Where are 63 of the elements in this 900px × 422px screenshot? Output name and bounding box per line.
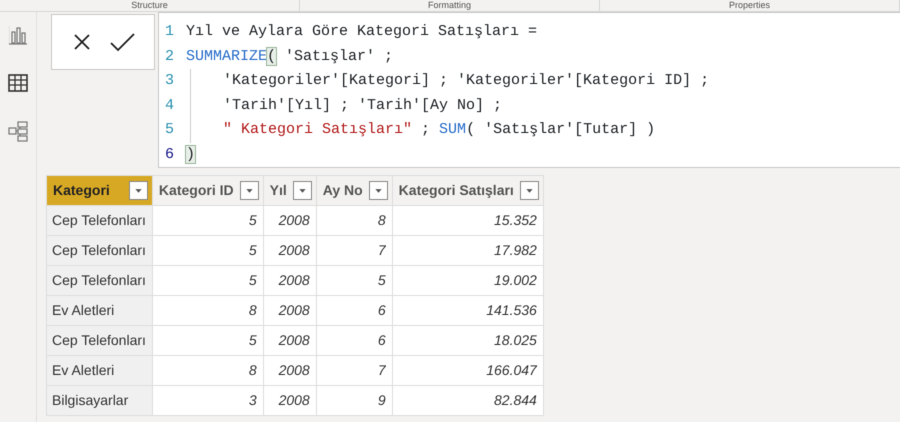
line-number: 4	[164, 96, 176, 116]
table-cell: Cep Telefonları	[46, 266, 152, 296]
table-cell: 15.352	[392, 206, 544, 236]
table-cell: 8	[152, 296, 264, 326]
table-cell: 18.025	[392, 326, 544, 356]
table-cell: 2008	[263, 236, 316, 266]
ribbon-group-label: Structure	[0, 0, 300, 11]
line-number: 1	[164, 22, 176, 42]
table-cell: 82.844	[392, 386, 544, 416]
table-cell: 7	[316, 356, 392, 386]
table-cell: 6	[316, 326, 392, 356]
table-cell: Cep Telefonları	[46, 326, 152, 356]
column-header[interactable]: Kategori ID	[152, 176, 264, 206]
table-cell: 2008	[263, 326, 316, 356]
ribbon-group-label: Formatting	[300, 0, 600, 11]
code-line: SUMMARIZE( 'Satışlar' ;	[186, 46, 394, 66]
table-cell: Cep Telefonları	[46, 236, 152, 266]
table-icon[interactable]	[7, 72, 29, 94]
table-cell: 5	[152, 236, 264, 266]
table-cell: 2008	[263, 386, 316, 416]
table-cell: 8	[152, 356, 264, 386]
table-cell: Bilgisayarlar	[46, 386, 152, 416]
dropdown-icon[interactable]	[240, 181, 259, 200]
diagram-icon[interactable]	[7, 120, 29, 142]
line-number: 6	[164, 144, 176, 164]
table-cell: 2008	[263, 206, 316, 236]
dropdown-icon[interactable]	[292, 181, 312, 200]
table-cell: Ev Aletleri	[46, 296, 152, 326]
line-number: 5	[164, 120, 176, 140]
dropdown-icon[interactable]	[520, 181, 539, 200]
table-cell: 166.047	[392, 356, 544, 386]
table-cell: 7	[316, 236, 392, 266]
column-header[interactable]: Ay No	[316, 176, 392, 206]
line-number: 2	[164, 46, 176, 66]
table-cell: 2008	[263, 266, 316, 296]
code-line: Yıl ve Aylara Göre Kategori Satışları =	[186, 22, 538, 42]
table-cell: 5	[316, 266, 392, 296]
code-line: 'Tarih'[Yıl] ; 'Tarih'[Ay No] ;	[190, 94, 502, 118]
column-header[interactable]: Yıl	[263, 176, 316, 206]
check-icon[interactable]	[109, 31, 135, 53]
ribbon-group-label: Properties	[600, 0, 900, 11]
table-cell: Cep Telefonları	[46, 206, 152, 236]
table-cell: 9	[316, 386, 392, 416]
dropdown-icon[interactable]	[128, 181, 148, 200]
table-cell: 5	[152, 326, 264, 356]
table-cell: 6	[316, 296, 392, 326]
table-cell: 8	[316, 206, 392, 236]
code-line: " Kategori Satışları" ; SUM( 'Satışlar'[Tutar] )	[190, 118, 656, 142]
table-cell: 5	[152, 266, 264, 296]
column-header[interactable]: Kategori	[46, 176, 152, 206]
column-header[interactable]: Kategori Satışları	[392, 176, 544, 206]
table-cell: 17.982	[392, 236, 544, 266]
code-line: 'Kategoriler'[Kategori] ; 'Kategoriler'[Kategori ID] ;	[190, 69, 710, 94]
formula-editor[interactable]	[158, 12, 900, 168]
table-cell: 2008	[263, 296, 316, 326]
table-cell: 3	[152, 386, 264, 416]
table-cell: Ev Aletleri	[46, 356, 152, 386]
table-cell: 5	[152, 206, 264, 236]
table-cell: 19.002	[392, 266, 544, 296]
line-number: 3	[164, 71, 176, 91]
dropdown-icon[interactable]	[368, 181, 388, 200]
table-cell: 141.536	[392, 296, 544, 326]
table-cell: 2008	[263, 356, 316, 386]
